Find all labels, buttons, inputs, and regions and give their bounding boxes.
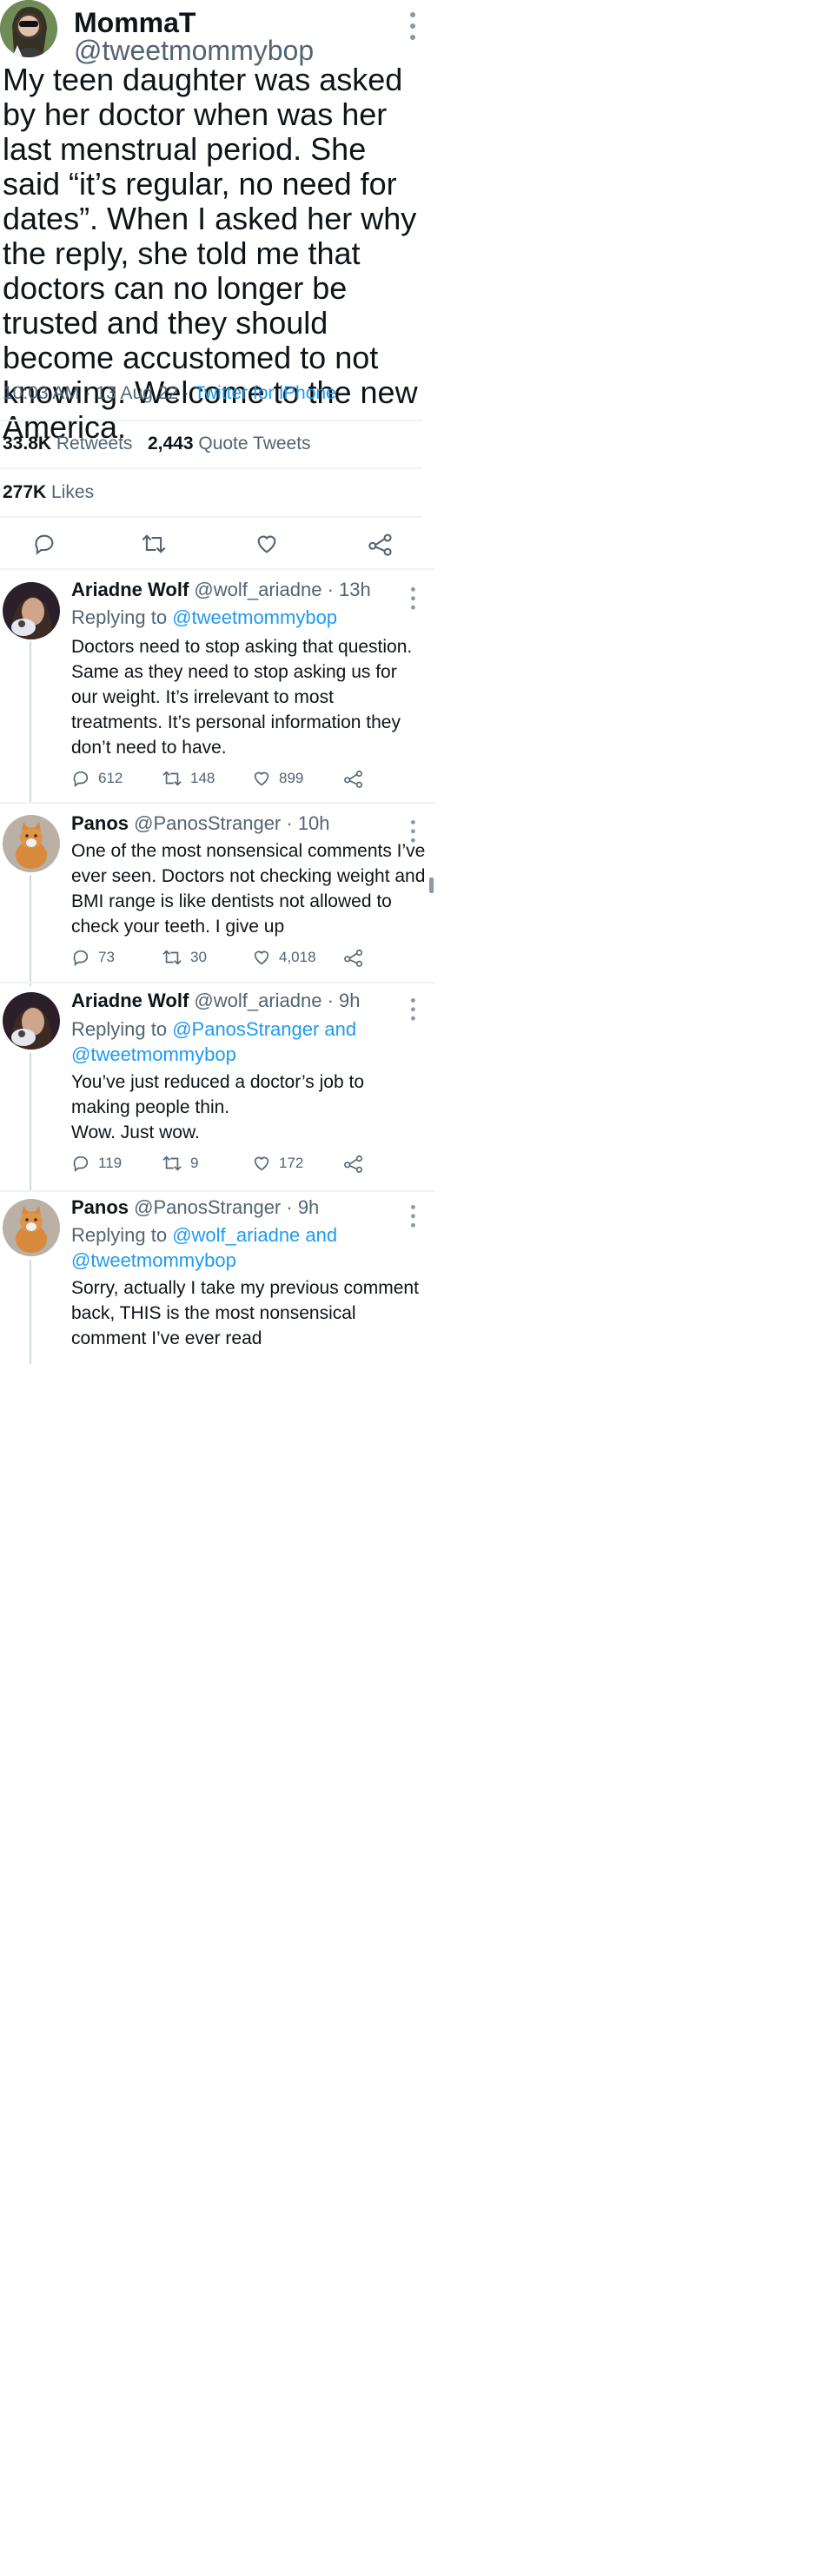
quotes-stat[interactable]: 2,443 Quote Tweets <box>148 434 311 454</box>
reply-text: Sorry, actually I take my previous comme… <box>71 1278 419 1348</box>
reply-time[interactable]: · 9h <box>286 1196 319 1218</box>
tweet-meta: 10:03 AM · 13 Aug 22 · Twitter for iPhon… <box>3 383 336 404</box>
reply-text: Doctors need to stop asking that questio… <box>71 637 413 758</box>
reply-icon[interactable] <box>32 532 56 560</box>
retweet-count[interactable]: 30 <box>162 948 207 967</box>
reply-icon <box>73 950 89 966</box>
reply-header: Ariadne Wolf @wolf_ariadne · 9h <box>71 990 361 1012</box>
reply-icon <box>73 771 89 787</box>
mention-link[interactable]: @tweetmommybop <box>71 1249 236 1271</box>
heart-icon <box>254 771 269 786</box>
avatar[interactable] <box>3 582 60 639</box>
reply-text: One of the most nonsensical comments I’v… <box>71 841 426 937</box>
thread-line <box>30 875 31 986</box>
divider <box>0 1190 434 1192</box>
thread-line <box>30 1053 31 1192</box>
tweet-date: 13 Aug 22 <box>96 383 179 403</box>
reply-count[interactable]: 612 <box>71 769 123 788</box>
likes-stat[interactable]: 277K Likes <box>3 482 94 503</box>
retweet-icon <box>162 771 182 786</box>
reply-time[interactable]: · 13h <box>328 579 371 600</box>
divider <box>0 516 422 518</box>
retweet-icon <box>162 950 182 965</box>
divider <box>0 982 434 983</box>
mention-link[interactable]: @PanosStranger and <box>172 1018 356 1040</box>
like-count[interactable]: 899 <box>252 769 303 788</box>
tweet-source-link[interactable]: Twitter for iPhone <box>194 383 335 403</box>
divider <box>0 568 434 570</box>
mention-link[interactable]: @tweetmommybop <box>172 606 337 628</box>
retweet-count[interactable]: 148 <box>162 769 215 788</box>
handle[interactable]: @PanosStranger <box>134 1196 281 1218</box>
meta-separator: · <box>182 383 189 403</box>
mention-link[interactable]: @wolf_ariadne and <box>172 1224 337 1246</box>
thread-line <box>30 641 31 803</box>
more-icon[interactable] <box>410 12 419 47</box>
replying-to-label: Replying to <box>71 1224 168 1246</box>
scrollbar-thumb[interactable] <box>429 877 434 893</box>
divider <box>0 467 422 469</box>
share-icon[interactable] <box>343 1154 364 1177</box>
replying-to: Replying to @wolf_ariadne and @tweetmomm… <box>71 1222 428 1273</box>
divider <box>0 802 434 804</box>
reply-count[interactable]: 119 <box>71 1154 122 1173</box>
replying-to: Replying to @PanosStranger and @tweetmom… <box>71 1016 428 1067</box>
avatar[interactable] <box>3 1199 60 1256</box>
handle[interactable]: @wolf_ariadne <box>194 579 322 600</box>
reply-header: Panos @PanosStranger · 10h <box>71 812 330 835</box>
handle[interactable]: @wolf_ariadne <box>194 990 322 1011</box>
avatar[interactable] <box>3 815 60 872</box>
handle[interactable]: @PanosStranger <box>134 812 281 834</box>
retweet-count[interactable]: 9 <box>162 1154 198 1173</box>
retweet-icon[interactable] <box>141 532 167 560</box>
reply-header: Ariadne Wolf @wolf_ariadne · 13h <box>71 579 371 601</box>
tweet-time: 10:03 AM <box>3 383 80 403</box>
reply-time[interactable]: · 9h <box>328 990 361 1011</box>
like-count[interactable]: 4,018 <box>252 948 316 967</box>
meta-separator: · <box>84 383 91 403</box>
share-icon[interactable] <box>368 532 394 560</box>
display-name[interactable]: Ariadne Wolf <box>71 990 189 1011</box>
reply-header: Panos @PanosStranger · 9h <box>71 1196 319 1219</box>
engagement-stats: 33.8K Retweets 2,443 Quote Tweets <box>3 434 311 454</box>
heart-icon <box>254 950 269 965</box>
share-icon[interactable] <box>343 769 364 792</box>
like-count[interactable]: 172 <box>252 1154 303 1173</box>
thread-line <box>30 1260 31 1364</box>
reply-text: You’ve just reduced a doctor’s job to ma… <box>71 1072 365 1142</box>
reply-count[interactable]: 73 <box>71 948 115 967</box>
display-name[interactable]: Ariadne Wolf <box>71 579 189 600</box>
divider <box>0 420 422 421</box>
share-icon[interactable] <box>343 948 364 971</box>
retweets-stat[interactable]: 33.8K Retweets <box>3 434 132 454</box>
replying-to: Replying to @tweetmommybop <box>71 606 337 629</box>
retweet-icon <box>162 1156 182 1171</box>
replying-to-label: Replying to <box>71 606 168 628</box>
mention-link[interactable]: @tweetmommybop <box>71 1043 236 1065</box>
reply-time[interactable]: · 10h <box>286 812 329 834</box>
display-name[interactable]: Panos <box>71 1196 129 1218</box>
more-icon[interactable] <box>411 587 418 615</box>
avatar[interactable] <box>3 992 60 1050</box>
reply-icon <box>73 1156 89 1172</box>
display-name[interactable]: Panos <box>71 812 129 834</box>
heart-icon[interactable] <box>255 532 279 560</box>
replying-to-label: Replying to <box>71 1018 168 1040</box>
avatar[interactable] <box>0 0 57 57</box>
heart-icon <box>254 1156 269 1171</box>
